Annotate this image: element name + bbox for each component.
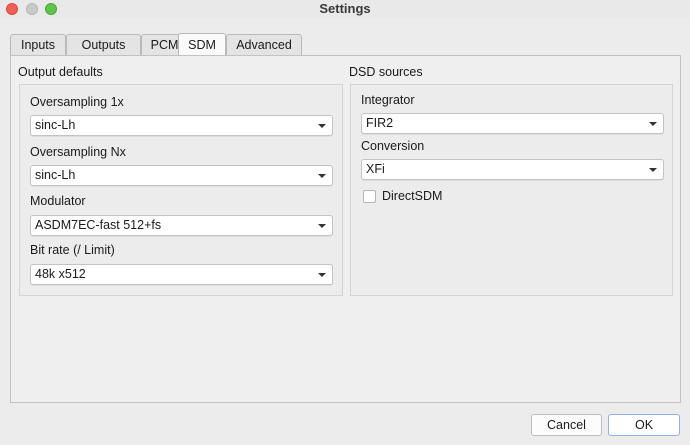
conversion-select[interactable]: XFi [361, 159, 664, 180]
direct-sdm-checkbox[interactable] [363, 190, 376, 203]
modulator-select[interactable]: ASDM7EC-fast 512+fs [30, 215, 333, 236]
oversampling-1x-value: sinc-Lh [35, 118, 76, 132]
sdm-tab-pane: Output defaults Oversampling 1x sinc-Lh … [10, 55, 681, 403]
bit-rate-select[interactable]: 48k x512 [30, 264, 333, 285]
bit-rate-value: 48k x512 [35, 267, 86, 281]
oversampling-1x-select[interactable]: sinc-Lh [30, 115, 333, 136]
oversampling-1x-label: Oversampling 1x [30, 95, 124, 109]
tab-outputs[interactable]: Outputs [66, 34, 141, 55]
cancel-button[interactable]: Cancel [531, 414, 602, 436]
chevron-down-icon [318, 174, 326, 178]
tab-advanced[interactable]: Advanced [226, 34, 302, 55]
oversampling-nx-label: Oversampling Nx [30, 145, 126, 159]
oversampling-nx-value: sinc-Lh [35, 168, 76, 182]
conversion-label: Conversion [361, 139, 425, 153]
conversion-value: XFi [366, 162, 385, 176]
ok-button[interactable]: OK [608, 414, 680, 436]
integrator-value: FIR2 [366, 116, 394, 130]
dsd-sources-title: DSD sources [349, 65, 423, 79]
title-bar: Settings [0, 0, 690, 18]
oversampling-nx-select[interactable]: sinc-Lh [30, 165, 333, 186]
output-defaults-group: Oversampling 1x sinc-Lh Oversampling Nx … [19, 84, 343, 296]
chevron-down-icon [318, 273, 326, 277]
window-title: Settings [319, 1, 371, 16]
modulator-value: ASDM7EC-fast 512+fs [35, 218, 162, 232]
modulator-label: Modulator [30, 194, 86, 208]
tab-sdm[interactable]: SDM [178, 33, 226, 56]
chevron-down-icon [649, 122, 657, 126]
dsd-sources-group: Integrator FIR2 Conversion XFi DirectSDM [350, 84, 673, 296]
integrator-label: Integrator [361, 93, 415, 107]
tab-inputs[interactable]: Inputs [10, 34, 66, 55]
chevron-down-icon [318, 224, 326, 228]
direct-sdm-label[interactable]: DirectSDM [382, 189, 442, 203]
integrator-select[interactable]: FIR2 [361, 113, 664, 134]
output-defaults-title: Output defaults [18, 65, 103, 79]
chevron-down-icon [649, 168, 657, 172]
chevron-down-icon [318, 124, 326, 128]
bit-rate-label: Bit rate (/ Limit) [30, 243, 115, 257]
